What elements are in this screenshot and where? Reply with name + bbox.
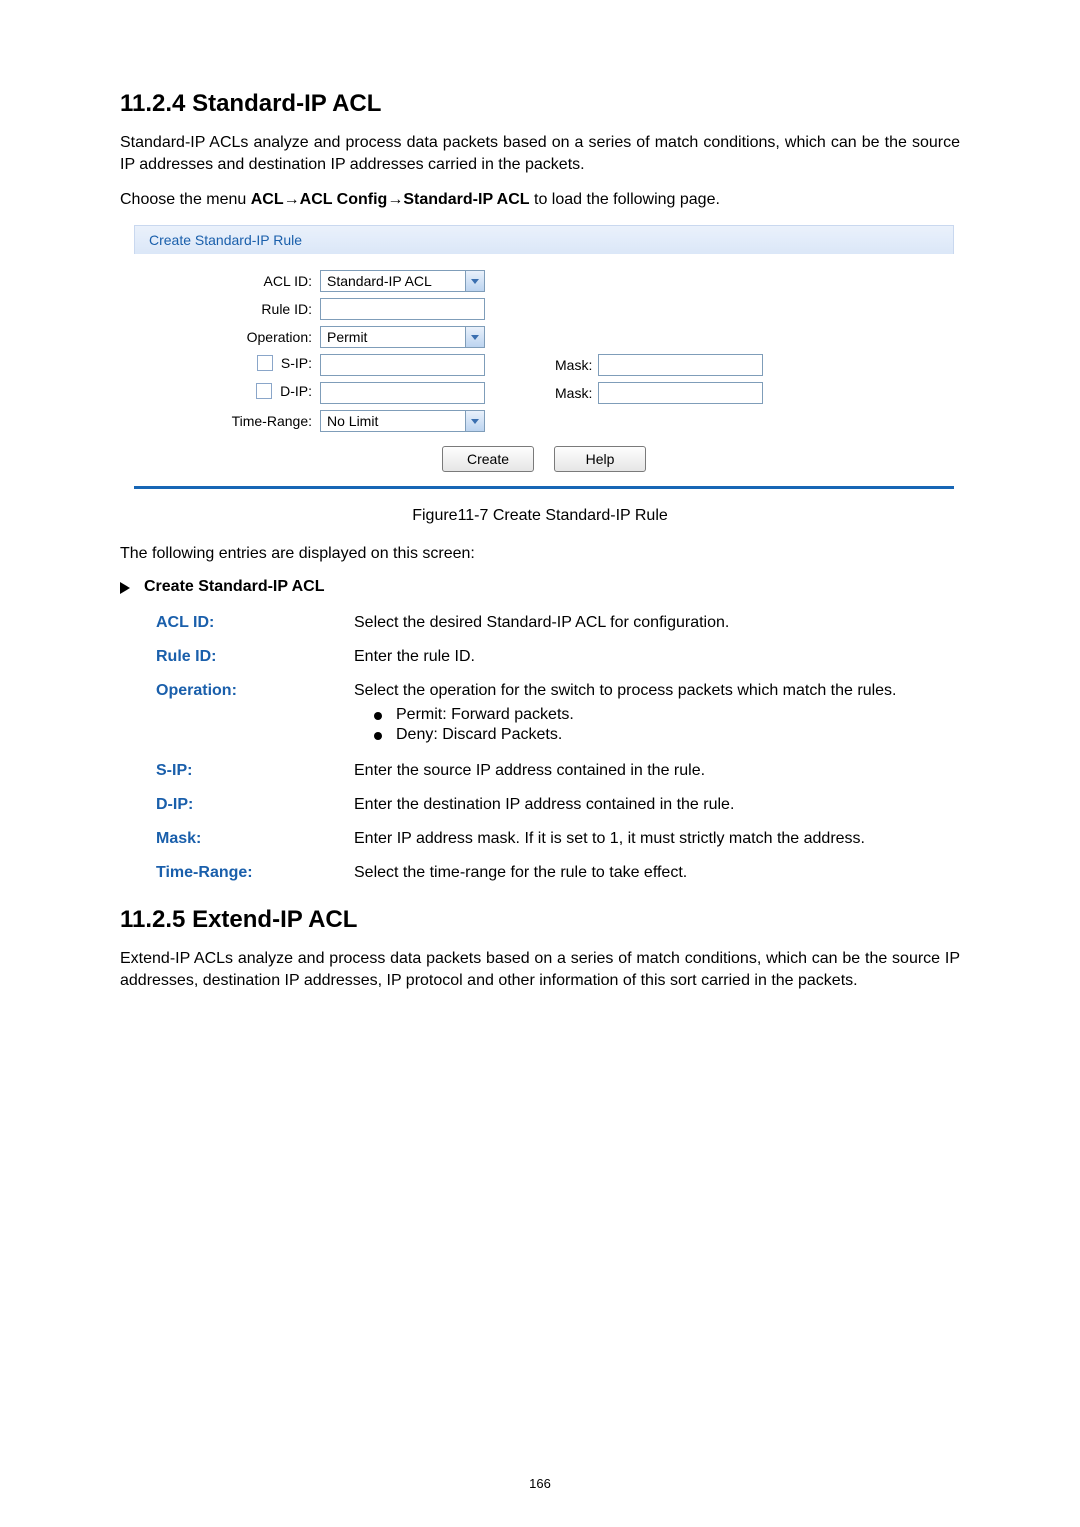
operation-value: Permit <box>327 329 367 345</box>
def-rule-id-desc: Enter the rule ID. <box>350 640 992 674</box>
def-acl-id-label: ACL ID: <box>152 606 350 640</box>
page-number: 166 <box>0 1476 1080 1491</box>
entries-title: Create Standard-IP ACL <box>144 578 324 596</box>
panel-header: Create Standard-IP Rule <box>134 225 954 254</box>
table-row: Operation: Select the operation for the … <box>152 674 992 754</box>
list-item: Permit: Forward packets. <box>374 706 988 724</box>
section-heading-extend-ip: 11.2.5 Extend-IP ACL <box>120 906 960 934</box>
time-range-label: Time-Range: <box>152 413 320 429</box>
time-range-select[interactable]: No Limit <box>320 410 485 432</box>
table-row: Mask: Enter IP address mask. If it is se… <box>152 822 992 856</box>
definitions-table: ACL ID: Select the desired Standard-IP A… <box>152 606 992 890</box>
def-mask-label: Mask: <box>152 822 350 856</box>
operation-label: Operation: <box>152 329 320 345</box>
list-item: Deny: Discard Packets. <box>374 726 988 744</box>
section-heading-standard-ip: 11.2.4 Standard-IP ACL <box>120 90 960 118</box>
def-time-range-desc: Select the time-range for the rule to ta… <box>350 856 992 890</box>
table-row: ACL ID: Select the desired Standard-IP A… <box>152 606 992 640</box>
operation-bullets: Permit: Forward packets. Deny: Discard P… <box>374 706 988 744</box>
figure-caption: Figure11-7 Create Standard-IP Rule <box>120 507 960 525</box>
sip-input[interactable] <box>320 354 485 376</box>
menu-pre: Choose the menu <box>120 191 251 208</box>
def-sip-label: S-IP: <box>152 754 350 788</box>
def-acl-id-desc: Select the desired Standard-IP ACL for c… <box>350 606 992 640</box>
def-operation-label: Operation: <box>152 674 350 754</box>
table-row: Time-Range: Select the time-range for th… <box>152 856 992 890</box>
rule-id-label: Rule ID: <box>152 301 320 317</box>
menu-post: to load the following page. <box>530 191 720 208</box>
sip-checkbox[interactable] <box>257 355 273 371</box>
def-operation-text: Select the operation for the switch to p… <box>354 682 897 699</box>
help-button[interactable]: Help <box>554 446 646 472</box>
sip-label: S-IP: <box>281 355 312 371</box>
time-range-value: No Limit <box>327 413 378 429</box>
create-button[interactable]: Create <box>442 446 534 472</box>
dip-checkbox[interactable] <box>256 383 272 399</box>
sip-mask-label: Mask: <box>555 357 592 373</box>
rule-id-input[interactable] <box>320 298 485 320</box>
operation-select[interactable]: Permit <box>320 326 485 348</box>
chevron-down-icon[interactable] <box>465 327 484 347</box>
acl-id-select[interactable]: Standard-IP ACL <box>320 270 485 292</box>
sip-mask-input[interactable] <box>598 354 763 376</box>
def-dip-label: D-IP: <box>152 788 350 822</box>
dip-label: D-IP: <box>280 383 312 399</box>
table-row: S-IP: Enter the source IP address contai… <box>152 754 992 788</box>
def-dip-desc: Enter the destination IP address contain… <box>350 788 992 822</box>
dip-input[interactable] <box>320 382 485 404</box>
create-standard-ip-rule-panel: Create Standard-IP Rule ACL ID: Standard… <box>134 225 954 489</box>
chevron-down-icon[interactable] <box>465 411 484 431</box>
chevron-down-icon[interactable] <box>465 271 484 291</box>
acl-id-value: Standard-IP ACL <box>327 273 432 289</box>
table-row: Rule ID: Enter the rule ID. <box>152 640 992 674</box>
triangle-bullet-icon <box>120 582 132 594</box>
section2-intro: Extend-IP ACLs analyze and process data … <box>120 948 960 991</box>
dip-mask-label: Mask: <box>555 385 592 401</box>
def-rule-id-label: Rule ID: <box>152 640 350 674</box>
section1-intro: Standard-IP ACLs analyze and process dat… <box>120 132 960 175</box>
def-operation-desc: Select the operation for the switch to p… <box>350 674 992 754</box>
acl-id-label: ACL ID: <box>152 273 320 289</box>
def-time-range-label: Time-Range: <box>152 856 350 890</box>
def-mask-desc: Enter IP address mask. If it is set to 1… <box>350 822 992 856</box>
def-sip-desc: Enter the source IP address contained in… <box>350 754 992 788</box>
table-row: D-IP: Enter the destination IP address c… <box>152 788 992 822</box>
menu-bold: ACL→ACL Config→Standard-IP ACL <box>251 191 530 208</box>
menu-path: Choose the menu ACL→ACL Config→Standard-… <box>120 189 960 211</box>
entries-sentence: The following entries are displayed on t… <box>120 543 960 565</box>
dip-mask-input[interactable] <box>598 382 763 404</box>
